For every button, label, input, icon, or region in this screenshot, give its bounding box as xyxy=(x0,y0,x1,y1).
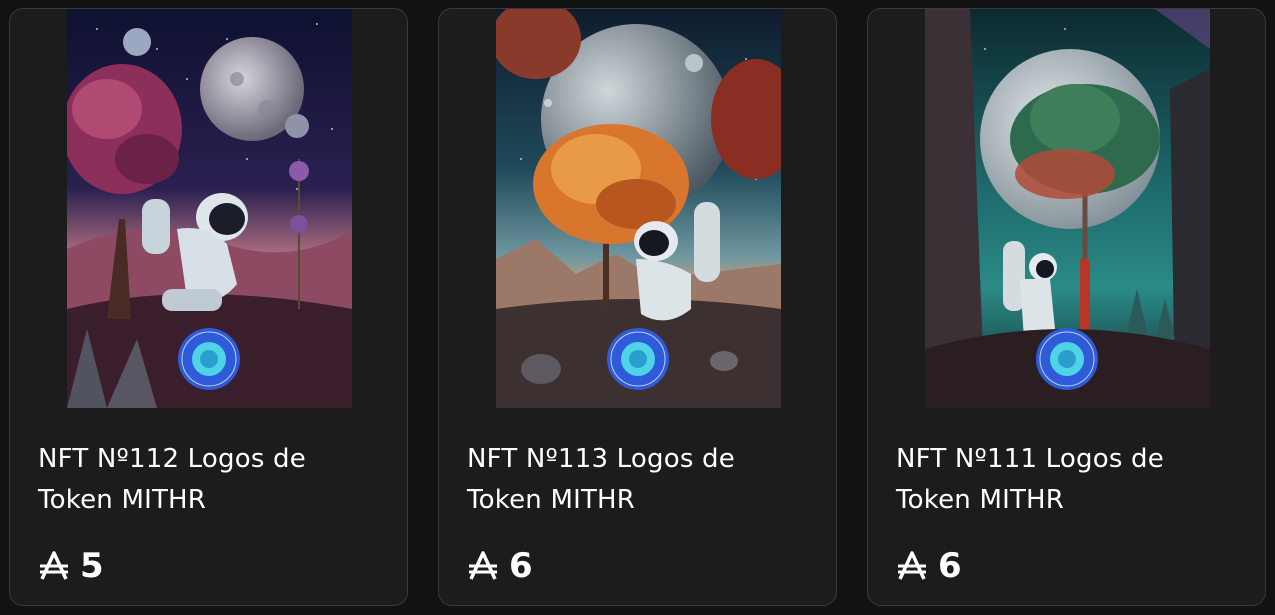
nft-title[interactable]: NFT Nº111 Logos de Token MITHR xyxy=(896,439,1246,521)
nft-title[interactable]: NFT Nº113 Logos de Token MITHR xyxy=(467,439,817,521)
nft-image[interactable] xyxy=(496,9,781,408)
nft-image[interactable] xyxy=(67,9,352,408)
nft-artwork xyxy=(496,9,781,408)
mithr-badge xyxy=(1036,328,1098,390)
mithr-badge xyxy=(178,328,240,390)
nft-grid: NFT Nº112 Logos de Token MITHR 5 NFT Nº1… xyxy=(0,0,1275,615)
nft-card[interactable]: NFT Nº111 Logos de Token MITHR 6 xyxy=(867,8,1266,606)
nft-image[interactable] xyxy=(925,9,1210,408)
nft-card[interactable]: NFT Nº113 Logos de Token MITHR 6 xyxy=(438,8,837,606)
nft-artwork xyxy=(67,9,352,408)
nft-card[interactable]: NFT Nº112 Logos de Token MITHR 5 xyxy=(9,8,408,606)
nft-price: 6 xyxy=(467,544,533,588)
price-value: 6 xyxy=(938,546,962,586)
nft-title[interactable]: NFT Nº112 Logos de Token MITHR xyxy=(38,439,388,521)
nft-price: 5 xyxy=(38,544,104,588)
nft-artwork xyxy=(925,9,1210,408)
ada-currency-icon xyxy=(40,551,68,580)
price-value: 5 xyxy=(80,546,104,586)
ada-currency-icon xyxy=(469,551,497,580)
price-value: 6 xyxy=(509,546,533,586)
mithr-badge xyxy=(607,328,669,390)
ada-currency-icon xyxy=(898,551,926,580)
nft-price: 6 xyxy=(896,544,962,588)
